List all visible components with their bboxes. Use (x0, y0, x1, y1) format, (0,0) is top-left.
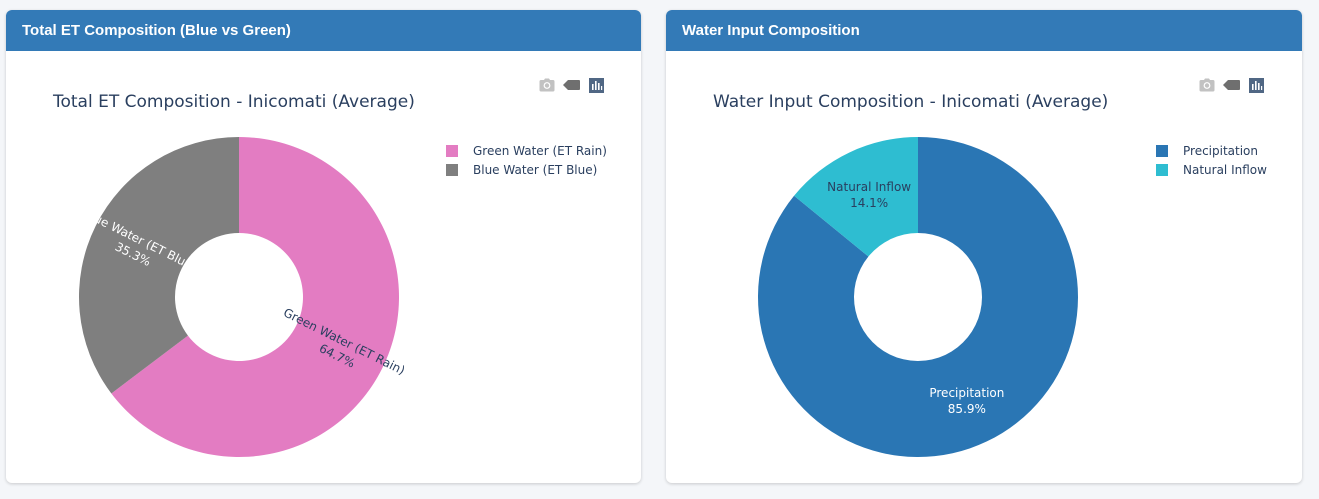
legend-swatch (1156, 145, 1168, 157)
legend-swatch (1156, 164, 1168, 176)
et-composition-chart: Total ET Composition - Inicomati (Averag… (52, 92, 607, 457)
legend-swatch (446, 145, 458, 157)
water-input-card-header: Water Input Composition (666, 10, 1302, 51)
et-composition-card: Total ET Composition (Blue vs Green) Tot… (6, 10, 641, 483)
legend-label: Precipitation (1183, 144, 1258, 158)
water-input-plot: Water Input Composition - Inicomati (Ave… (666, 51, 1302, 483)
legend-label: Natural Inflow (1183, 163, 1267, 177)
tag-icon[interactable] (1223, 77, 1240, 93)
legend-item-precipitation[interactable]: Precipitation (1156, 144, 1258, 158)
legend-swatch (446, 164, 458, 176)
legend-label: Green Water (ET Rain) (473, 144, 607, 158)
legend-item-natural-inflow[interactable]: Natural Inflow (1156, 163, 1267, 177)
water-modebar (1198, 77, 1265, 93)
bar-chart-icon[interactable] (1248, 77, 1265, 93)
legend-item-green-water-et-rain[interactable]: Green Water (ET Rain) (446, 144, 607, 158)
legend-item-blue-water-et-blue[interactable]: Blue Water (ET Blue) (446, 163, 597, 177)
chart-title: Water Input Composition - Inicomati (Ave… (713, 92, 1108, 112)
slice-label-name: Natural Inflow (827, 180, 911, 194)
slice-label-percent: 14.1% (850, 196, 888, 210)
water-input-chart: Water Input Composition - Inicomati (Ave… (713, 92, 1267, 457)
tag-icon[interactable] (563, 77, 580, 93)
water-input-card: Water Input Composition Water Input Comp… (666, 10, 1302, 483)
slice-label-name: Precipitation (929, 386, 1004, 400)
chart-title: Total ET Composition - Inicomati (Averag… (52, 92, 415, 112)
camera-icon[interactable] (1198, 77, 1215, 93)
et-modebar (538, 77, 605, 93)
slice-label-percent: 85.9% (948, 402, 986, 416)
camera-icon[interactable] (538, 77, 555, 93)
et-composition-card-header: Total ET Composition (Blue vs Green) (6, 10, 641, 51)
et-composition-plot: Total ET Composition - Inicomati (Averag… (6, 51, 641, 483)
bar-chart-icon[interactable] (588, 77, 605, 93)
legend-label: Blue Water (ET Blue) (473, 163, 597, 177)
slice-blue-water-et-blue[interactable] (78, 137, 239, 394)
